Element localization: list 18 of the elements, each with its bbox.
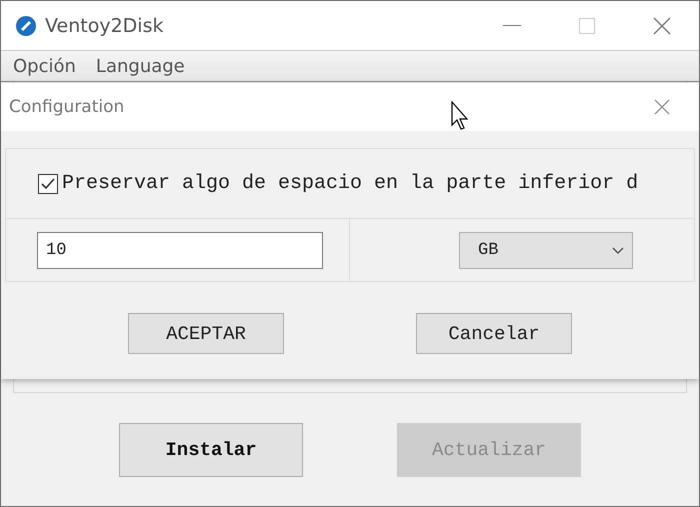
menu-item[interactable]: Opción: [13, 56, 76, 76]
checkmark-icon: [41, 178, 55, 190]
cancel-button[interactable]: Cancelar: [416, 313, 572, 354]
maximize-icon: [578, 18, 594, 34]
minimize-icon: [502, 24, 520, 26]
install-button[interactable]: Instalar: [119, 423, 303, 477]
checkbox[interactable]: [38, 174, 58, 194]
chevron-icon: [612, 246, 624, 254]
close-icon: [654, 99, 670, 115]
unit-dropdown[interactable]: GB: [459, 232, 633, 268]
checkbox-label: Preservar algo de espacio en la parte inferior d: [62, 172, 638, 195]
size-input-field[interactable]: 10: [37, 232, 323, 268]
close-icon: [652, 16, 670, 34]
menu-item[interactable]: Language: [96, 56, 185, 76]
app-logo-icon: [15, 14, 37, 36]
window-title: Ventoy2Disk: [45, 14, 164, 36]
dialog-title: Configuration: [9, 97, 124, 117]
accept-button[interactable]: ACEPTAR: [128, 313, 284, 354]
